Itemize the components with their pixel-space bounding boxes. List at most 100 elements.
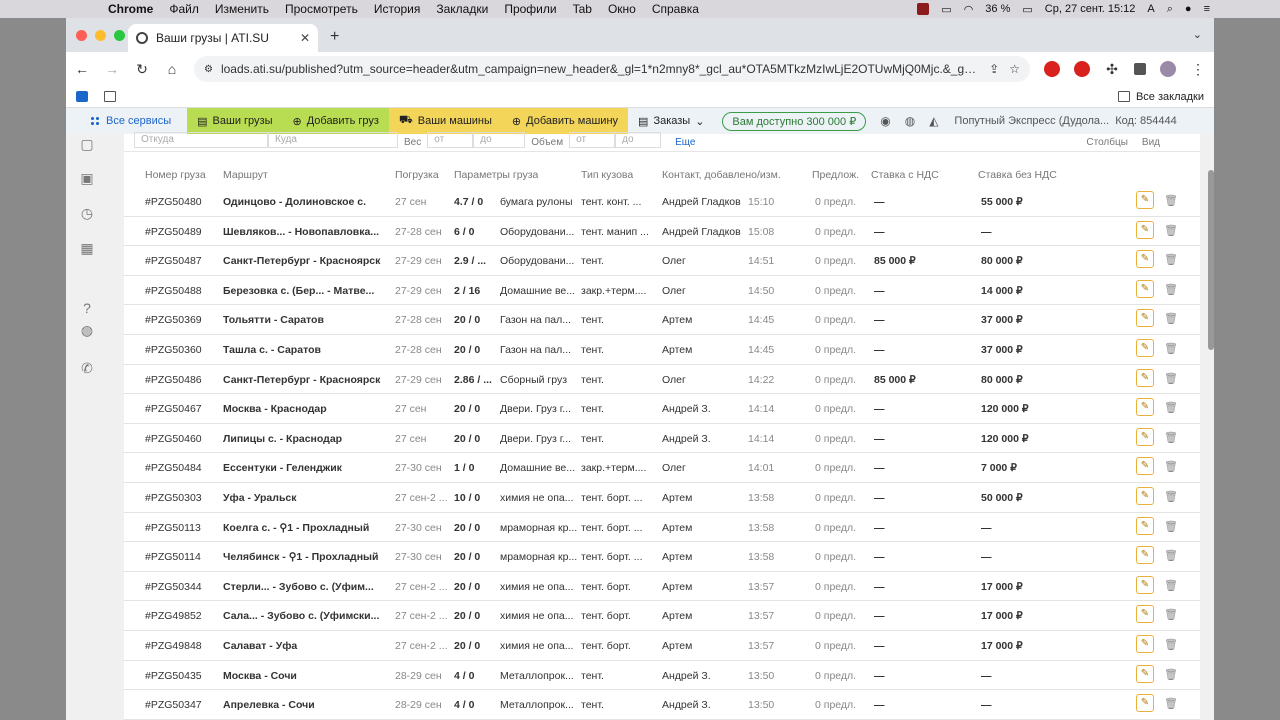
mail-bookmark-icon[interactable]: [76, 91, 88, 102]
menu-file[interactable]: Файл: [169, 2, 199, 16]
messages-icon[interactable]: ◍: [905, 114, 915, 128]
edit-pencil-icon[interactable]: ✎: [1136, 279, 1154, 298]
delete-trash-icon[interactable]: 🗑: [1164, 697, 1178, 710]
edit-pencil-icon[interactable]: ✎: [1136, 250, 1154, 269]
edit-pencil-icon[interactable]: ✎: [1136, 546, 1154, 565]
table-row[interactable]: #PZG50369 Тольятти - Саратов 27-28 сен 20 /…: [124, 305, 1200, 335]
menu-tab[interactable]: Tab: [573, 2, 592, 16]
offers-count[interactable]: 0 предл.: [815, 374, 869, 386]
delete-trash-icon[interactable]: 🗑: [1164, 520, 1178, 533]
delete-trash-icon[interactable]: 🗑: [1164, 401, 1178, 414]
contact-name[interactable]: Артем: [662, 522, 748, 534]
close-window-button[interactable]: [76, 30, 87, 41]
menu-history[interactable]: История: [374, 2, 421, 16]
route[interactable]: Стерли... - Зубово с. (Уфим...: [223, 581, 393, 593]
edit-pencil-icon[interactable]: ✎: [1136, 575, 1154, 594]
offers-count[interactable]: 0 предл.: [815, 640, 869, 652]
offers-count[interactable]: 0 предл.: [815, 610, 869, 622]
menu-window[interactable]: Окно: [608, 2, 636, 16]
route[interactable]: Апрелевка - Сочи: [223, 699, 393, 711]
contact-name[interactable]: Олег: [662, 462, 748, 474]
delete-trash-icon[interactable]: 🗑: [1164, 460, 1178, 473]
menu-profiles[interactable]: Профили: [504, 2, 556, 16]
contact-name[interactable]: Артем: [662, 492, 748, 504]
menu-bookmarks[interactable]: Закладки: [436, 2, 488, 16]
contact-name[interactable]: Артем: [662, 581, 748, 593]
load-number[interactable]: #PZG49848: [145, 640, 221, 652]
datetime[interactable]: Ср, 27 сент. 15:12: [1045, 3, 1136, 15]
edit-pencil-icon[interactable]: ✎: [1136, 368, 1154, 387]
contact-name[interactable]: Артем: [662, 640, 748, 652]
table-row[interactable]: #PZG50489 Шевляков... - Новопавловка... 27…: [124, 217, 1200, 247]
route[interactable]: Челябинск - ⚲1 - Прохладный: [223, 551, 393, 563]
table-row[interactable]: #PZG50113 Коелга с. - ⚲1 - Прохладный 27-3…: [124, 513, 1200, 543]
delete-trash-icon[interactable]: 🗑: [1164, 372, 1178, 385]
col-contact[interactable]: Контакт, добавлено/изм.: [662, 169, 781, 181]
route[interactable]: Москва - Сочи: [223, 670, 393, 682]
route[interactable]: Москва - Краснодар: [223, 403, 393, 415]
route[interactable]: Ташла с. - Саратов: [223, 344, 393, 356]
route[interactable]: Санкт-Петербург - Красноярск: [223, 374, 393, 386]
offers-count[interactable]: 0 предл.: [815, 314, 869, 326]
volume-from-input[interactable]: от: [569, 131, 616, 148]
offers-count[interactable]: 0 предл.: [815, 492, 869, 504]
url-text[interactable]: loads.ati.su/published?utm_source=header…: [221, 62, 979, 76]
edit-pencil-icon[interactable]: ✎: [1136, 220, 1154, 239]
col-offers[interactable]: Предлож.: [812, 169, 859, 181]
chat-icon[interactable]: ◍: [79, 322, 95, 338]
history-clock-icon[interactable]: ◷: [79, 205, 95, 221]
tab-search-chevron-icon[interactable]: ⌄: [1193, 28, 1202, 41]
col-rate-novat[interactable]: Ставка без НДС: [978, 169, 1057, 181]
to-input[interactable]: Куда: [268, 131, 398, 148]
all-services-link[interactable]: Все сервисы: [66, 108, 187, 134]
col-rate-vat[interactable]: Ставка с НДС: [871, 169, 939, 181]
delete-trash-icon[interactable]: 🗑: [1164, 608, 1178, 621]
siri-icon[interactable]: ●: [1185, 3, 1192, 15]
menu-help[interactable]: Справка: [652, 2, 699, 16]
weight-to-input[interactable]: до: [473, 131, 526, 148]
display-icon[interactable]: ▭: [941, 3, 951, 16]
my-loads-link[interactable]: ▤ Ваши грузы: [187, 108, 283, 134]
back-icon[interactable]: ←: [74, 61, 90, 77]
reload-icon[interactable]: ↻: [134, 61, 150, 78]
table-row[interactable]: #PZG50344 Стерли... - Зубово с. (Уфим... 2…: [124, 572, 1200, 602]
route[interactable]: Ессентуки - Геленджик: [223, 462, 393, 474]
load-number[interactable]: #PZG50489: [145, 226, 221, 238]
load-number[interactable]: #PZG50347: [145, 699, 221, 711]
route[interactable]: Уфа - Уральск: [223, 492, 393, 504]
offers-count[interactable]: 0 предл.: [815, 581, 869, 593]
edit-pencil-icon[interactable]: ✎: [1136, 338, 1154, 357]
load-number[interactable]: #PZG50303: [145, 492, 221, 504]
minimize-window-button[interactable]: [95, 30, 106, 41]
menu-edit[interactable]: Изменить: [215, 2, 269, 16]
view-button[interactable]: Вид: [1142, 137, 1160, 148]
delete-trash-icon[interactable]: 🗑: [1164, 224, 1178, 237]
status-app-icon[interactable]: [917, 3, 930, 15]
delete-trash-icon[interactable]: 🗑: [1164, 579, 1178, 592]
route[interactable]: Салават - Уфа: [223, 640, 393, 652]
edit-pencil-icon[interactable]: ✎: [1136, 427, 1154, 446]
load-number[interactable]: #PZG50460: [145, 433, 221, 445]
col-route[interactable]: Маршрут: [223, 169, 268, 181]
table-row[interactable]: #PZG50488 Березовка с. (Бер... - Матве...…: [124, 276, 1200, 306]
input-source[interactable]: A: [1147, 3, 1154, 15]
side-panel-icon[interactable]: [1134, 63, 1146, 75]
route[interactable]: Липицы с. - Краснодар: [223, 433, 393, 445]
table-row[interactable]: #PZG50360 Ташла с. - Саратов 27-28 сен 20 /…: [124, 335, 1200, 365]
scrollbar[interactable]: [1208, 170, 1214, 350]
load-number[interactable]: #PZG50484: [145, 462, 221, 474]
delete-trash-icon[interactable]: 🗑: [1164, 253, 1178, 266]
delete-trash-icon[interactable]: 🗑: [1164, 431, 1178, 444]
route[interactable]: Березовка с. (Бер... - Матве...: [223, 285, 393, 297]
contact-name[interactable]: Артем: [662, 610, 748, 622]
battery-percent[interactable]: 36 %: [985, 3, 1010, 15]
table-row[interactable]: #PZG50114 Челябинск - ⚲1 - Прохладный 27-3…: [124, 542, 1200, 572]
maximize-window-button[interactable]: [114, 30, 125, 41]
route[interactable]: Коелга с. - ⚲1 - Прохладный: [223, 522, 393, 534]
load-number[interactable]: #PZG50435: [145, 670, 221, 682]
battery-icon[interactable]: ▭: [1022, 3, 1032, 16]
columns-button[interactable]: Столбцы: [1086, 137, 1128, 148]
offers-count[interactable]: 0 предл.: [815, 255, 869, 267]
edit-pencil-icon[interactable]: ✎: [1136, 664, 1154, 683]
offers-count[interactable]: 0 предл.: [815, 462, 869, 474]
